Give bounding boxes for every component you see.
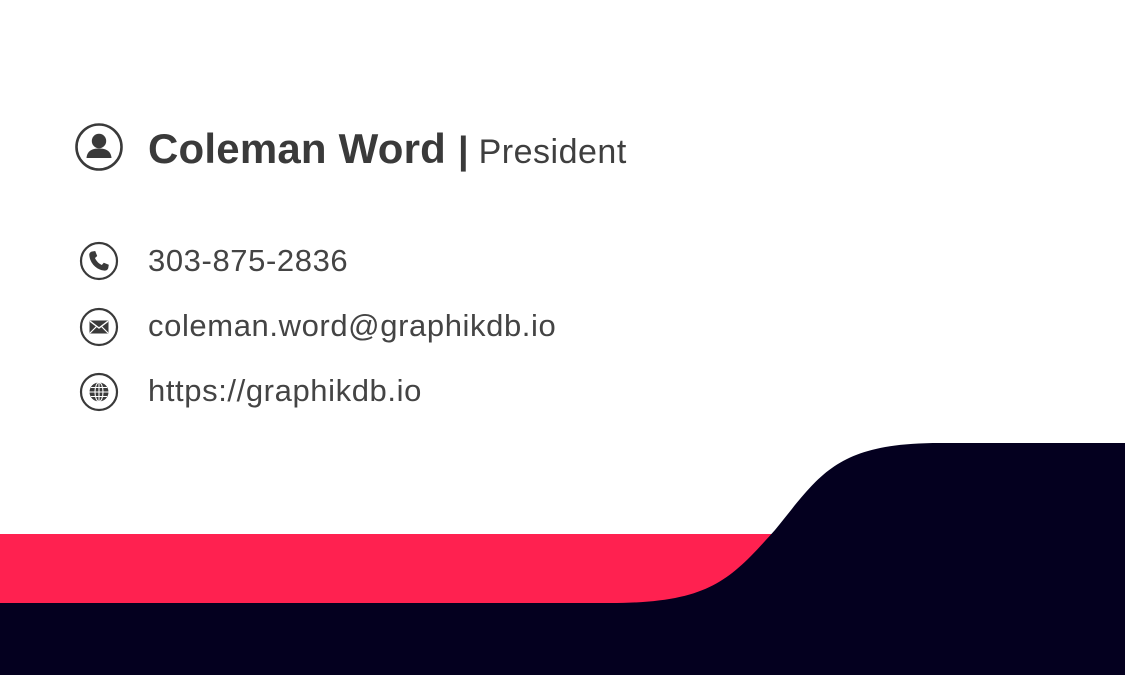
business-card: Coleman Word | President 303-875-2836 cole… [0,0,1125,675]
website-link[interactable]: https://graphikdb.io [148,371,422,411]
email-address[interactable]: coleman.word@graphikdb.io [148,306,556,346]
globe-icon [79,372,119,412]
job-title: President [478,133,627,171]
person-icon [74,122,124,172]
person-name: Coleman Word [148,125,446,172]
phone-number[interactable]: 303-875-2836 [148,241,348,281]
phone-icon [79,241,119,281]
envelope-icon [79,307,119,347]
name-separator: | [457,130,469,172]
name-title-line: Coleman Word | President [148,123,627,175]
